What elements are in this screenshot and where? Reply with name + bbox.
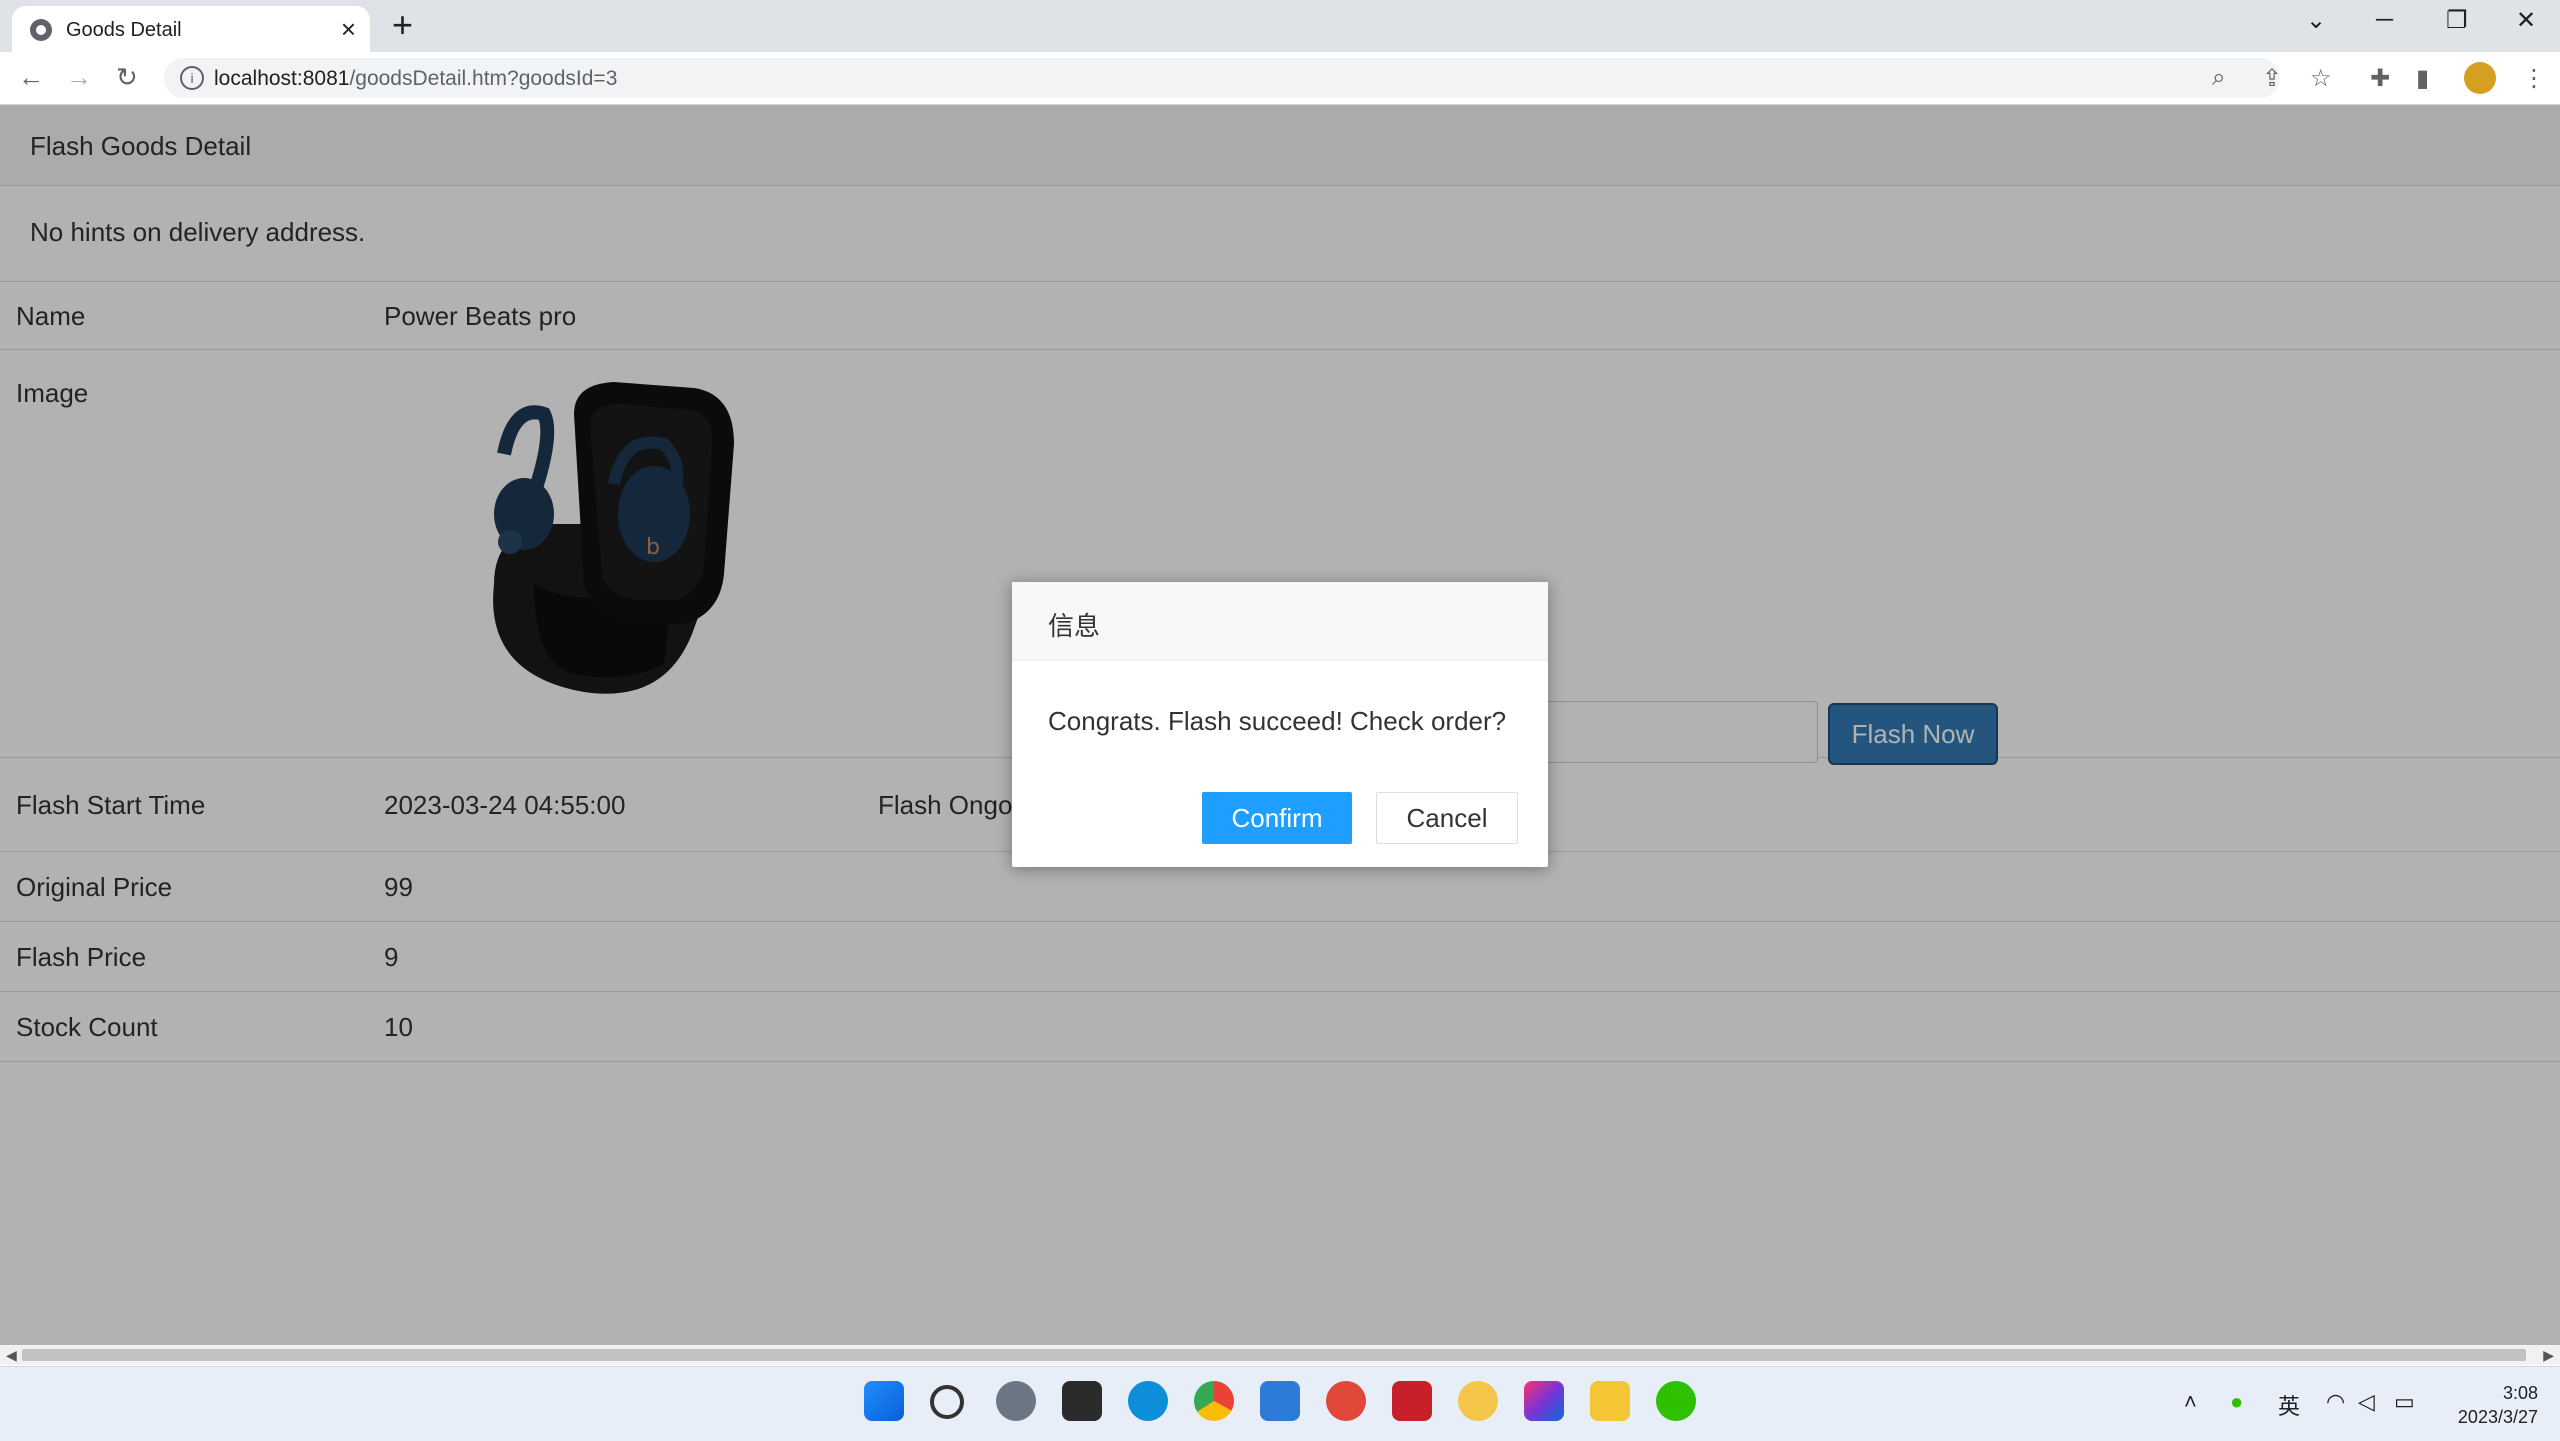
address-bar[interactable]: i localhost:8081/goodsDetail.htm?goodsId… <box>164 58 2280 98</box>
volume-icon[interactable]: ◁ <box>2358 1389 2375 1415</box>
scroll-right-icon[interactable]: ▶ <box>2543 1347 2554 1364</box>
wechat-icon[interactable] <box>1656 1381 1696 1421</box>
tray-wechat-icon[interactable]: ● <box>2230 1389 2243 1415</box>
zoom-icon[interactable]: ⌕ <box>2212 64 2225 92</box>
browser-toolbar: ← → ↻ i localhost:8081/goodsDetail.htm?g… <box>0 52 2560 105</box>
reload-icon[interactable]: ↻ <box>116 62 138 93</box>
confirm-button[interactable]: Confirm <box>1202 792 1352 844</box>
windows-taskbar: ˄ ● 英 ◠ ◁ ▭ 3:08 2023/3/27 <box>0 1366 2560 1441</box>
menu-icon[interactable]: ⋮ <box>2522 64 2546 93</box>
side-panel-icon[interactable]: ▮ <box>2416 64 2429 93</box>
scroll-left-icon[interactable]: ◀ <box>6 1347 17 1364</box>
sublime-icon[interactable] <box>1458 1381 1498 1421</box>
clock-time: 3:08 <box>2502 1383 2538 1403</box>
ime-indicator[interactable]: 英 <box>2278 1389 2300 1421</box>
new-tab-button[interactable]: + <box>392 4 413 46</box>
share-icon[interactable]: ⇪ <box>2262 64 2282 93</box>
scrollbar-thumb[interactable] <box>22 1349 2526 1361</box>
search-icon[interactable] <box>930 1385 964 1419</box>
back-icon[interactable]: ← <box>18 62 44 93</box>
tab-search-dropdown-icon[interactable]: ⌄ <box>2306 6 2326 35</box>
profile-avatar[interactable] <box>2464 62 2496 94</box>
clock[interactable]: 3:08 2023/3/27 <box>2448 1381 2538 1429</box>
remote-desktop-icon[interactable] <box>1260 1381 1300 1421</box>
dialog-title: 信息 <box>1048 611 1101 641</box>
file-explorer-icon[interactable] <box>1590 1381 1630 1421</box>
battery-icon[interactable]: ▭ <box>2394 1389 2415 1415</box>
wifi-icon[interactable]: ◠ <box>2326 1389 2345 1415</box>
intellij-idea-icon[interactable] <box>1524 1381 1564 1421</box>
site-info-icon[interactable]: i <box>180 66 204 90</box>
close-window-button[interactable]: ✕ <box>2516 6 2536 35</box>
url-text: localhost:8081/goodsDetail.htm?goodsId=3 <box>214 67 618 90</box>
forward-icon[interactable]: → <box>66 62 92 93</box>
tab-title: Goods Detail <box>66 19 182 41</box>
confirm-dialog: 信息 Congrats. Flash succeed! Check order?… <box>1012 582 1548 867</box>
settings-gear-icon[interactable] <box>996 1381 1036 1421</box>
horizontal-scrollbar[interactable]: ◀ ▶ <box>0 1345 2560 1365</box>
bookmark-star-icon[interactable]: ☆ <box>2310 64 2332 93</box>
tab-goods-detail[interactable]: Goods Detail × <box>12 6 370 52</box>
dialog-header: 信息 <box>1012 582 1548 661</box>
minimize-button[interactable]: ─ <box>2376 6 2393 34</box>
redis-manager-icon[interactable] <box>1392 1381 1432 1421</box>
chrome-icon[interactable] <box>1194 1381 1234 1421</box>
tray-chevron-up-icon[interactable]: ˄ <box>2184 1389 2197 1415</box>
globe-icon <box>30 19 52 41</box>
terminal-icon[interactable] <box>1062 1381 1102 1421</box>
dialog-message: Congrats. Flash succeed! Check order? <box>1048 706 1507 736</box>
cancel-button[interactable]: Cancel <box>1376 792 1518 844</box>
clock-date: 2023/3/27 <box>2457 1407 2538 1427</box>
tab-strip: Goods Detail × + ⌄ ─ ❐ ✕ <box>0 0 2560 52</box>
extensions-icon[interactable]: ✚ <box>2370 64 2390 93</box>
close-tab-icon[interactable]: × <box>341 14 356 45</box>
windows-start-icon[interactable] <box>864 1381 904 1421</box>
netease-music-icon[interactable] <box>1326 1381 1366 1421</box>
restore-button[interactable]: ❐ <box>2446 6 2468 35</box>
edge-icon[interactable] <box>1128 1381 1168 1421</box>
